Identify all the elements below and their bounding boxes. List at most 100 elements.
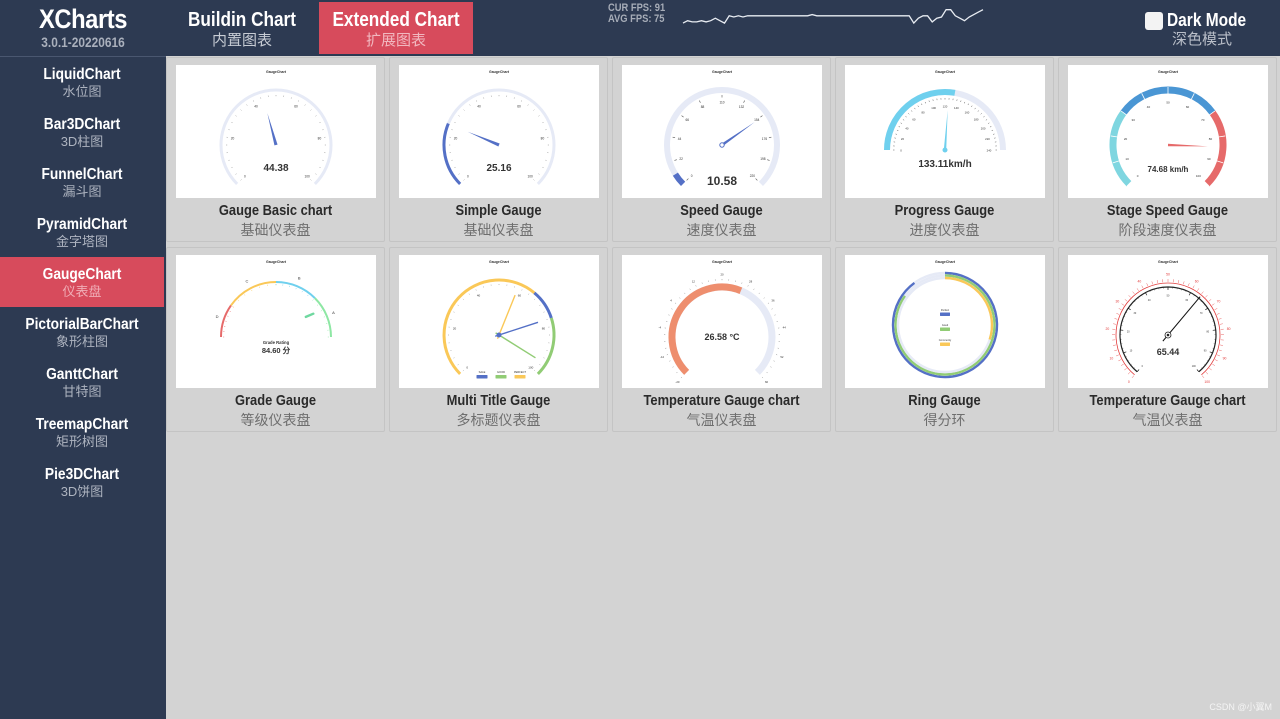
gauge-axis-label: 10 [1125,157,1129,161]
gauge-tick [462,370,464,372]
chart-card-thermo[interactable]: GaugeChart 0 10 20 30 40 50 60 70 80 90 100 0 10 20 30 4… [1058,247,1277,432]
chart-thumbnail[interactable]: GaugeChart 0 20 40 60 80 100 25.16 [399,65,599,198]
gauge-tick [1183,281,1185,285]
gauge-axis-label: 40 [477,104,481,108]
gauge-axis-label: 10 [1110,356,1114,360]
gauge-axis-label: 90 [1207,157,1211,161]
gauge-tick [679,297,681,299]
chart-thumbnail[interactable]: GaugeChart 0 10 20 30 40 50 60 70 80 90 100 0 10 20 30 4… [1068,255,1268,388]
grade-label: A [332,310,335,315]
gauge-axis-label: 10 [1130,349,1133,352]
gauge-tick [676,372,678,374]
gauge-chart: GaugeChart 0 10 20 30 40 50 60 70 80 90 100 0 10 20 30 4… [1105,260,1231,384]
gauge-axis-label: 0 [244,175,246,179]
gauge-axis-label: 60 [517,104,521,108]
avg-fps: AVG FPS: 75 [608,13,665,25]
gauge-tick [684,292,686,294]
chart-thumbnail[interactable]: GaugeChart 0 20 40 60 80 100 SALE GOOD PERFECT [399,255,599,388]
gauge-tick [695,285,697,287]
tab-extended-chart[interactable]: Extended Chart 扩展图表 [319,2,473,54]
chart-card-progress[interactable]: GaugeChart 0 20 40 60 80 100 120 140 160 180 200 220… [835,57,1054,242]
sidebar-item-ganttchart[interactable]: GanttChart 甘特图 [0,357,164,407]
chart-thumbnail[interactable]: GaugeChart Perfect Good Commonly [845,255,1045,388]
chart-card-speed[interactable]: GaugeChart 0 22 44 66 88 110 132 154 176 198 220 10.… [612,57,831,242]
gauge-axis-label: 80 [318,137,322,141]
chart-card-ring[interactable]: GaugeChart Perfect Good Commonly Ring Gauge… [835,247,1054,432]
pointer-value-badge [476,375,488,379]
gauge-axis-label: 80 [542,326,546,330]
gauge-axis-label: 40 [1148,299,1151,302]
gauge-band-green [536,317,556,375]
gauge-axis-label: 80 [921,110,925,114]
gauge-tick [743,100,745,103]
chart-card-basic[interactable]: GaugeChart 0 20 40 60 80 100 44.38 Gauge Basic … [166,57,385,242]
gauge-stage-high [1204,110,1227,187]
gauge-tick [468,293,470,295]
chart-thumbnail[interactable]: GaugeChart 0 20 40 60 80 100 44.38 [176,65,376,198]
gauge-value: 65.44 [1157,347,1180,357]
sidebar-item-pie3dchart[interactable]: Pie3DChart 3D饼图 [0,457,164,507]
ring-title: Good [942,323,949,327]
gauge-tick [1205,371,1209,375]
gauge-axis-label: 20 [1127,330,1130,333]
chart-thumbnail[interactable]: GaugeChart -20 -12 -4 4 12 20 28 36 44 52 60 26.58 °… [622,255,822,388]
gauge-axis-label: 80 [1209,137,1213,141]
gauge-axis-label: 66 [685,118,689,122]
gauge-tick [902,119,905,121]
gauge-axis-label: 80 [1227,327,1231,331]
gauge-tick [1124,299,1128,302]
gauge-axis-label: 40 [477,293,481,297]
chart-thumbnail[interactable]: GaugeChart 0 22 44 66 88 110 132 154 176 198 220 10.… [622,65,822,198]
sidebar-item-pictorialbarchart[interactable]: PictorialBarChart 象形柱图 [0,307,164,357]
chart-card-simple[interactable]: GaugeChart 0 20 40 60 80 100 25.16 Simple Gauge… [389,57,608,242]
gauge-pointer-hub [1166,333,1170,337]
chart-card-temperature[interactable]: GaugeChart -20 -12 -4 4 12 20 28 36 44 52 60 26.58 °… [612,247,831,432]
gauge-tick [755,178,758,181]
gauge-axis-label: 60 [1185,299,1188,302]
sidebar-item-gaugechart[interactable]: GaugeChart 仪表盘 [0,257,164,307]
sidebar-item-liquidchart[interactable]: LiquidChart 水位图 [0,57,164,107]
chart-card-stage[interactable]: GaugeChart 0 10 20 30 40 50 60 70 80 90 100 74.68 km… [1058,57,1277,242]
gauge-axis-label: 120 [943,105,948,109]
sidebar-item-treemapchart[interactable]: TreemapChart 矩形树图 [0,407,164,457]
gauge-axis-label: 180 [974,117,979,121]
gauge-tick [1211,303,1215,306]
gauge-tick [674,159,677,161]
sidebar-item-pyramidchart[interactable]: PyramidChart 金字塔图 [0,207,164,257]
gauge-tick [680,377,682,379]
chart-card-multi[interactable]: GaugeChart 0 20 40 60 80 100 SALE GOOD PERFECT Mu… [389,247,608,432]
card-subtitle: 得分环 [923,412,966,428]
sidebar-item-label: GanttChart [46,366,118,383]
gauge-axis-label: 52 [780,355,784,359]
chart-thumbnail[interactable]: GaugeChart 0 20 40 60 80 100 120 140 160 180 200 220… [845,65,1045,198]
pointer-title: GOOD [497,370,505,374]
gauge-tick [896,129,899,131]
chart-thumbnail[interactable]: GaugeChart 0 10 20 30 40 50 60 70 80 90 100 74.68 km… [1068,65,1268,198]
gauge-chart: GaugeChart -20 -12 -4 4 12 20 28 36 44 52 60 26.58 °… [659,260,787,384]
gauge-tick [538,173,540,175]
gauge-axis-label: 100 [527,175,533,179]
gauge-tick [1128,295,1131,298]
gauge-axis-label: 100 [1204,380,1210,384]
gauge-progress [668,283,743,375]
sidebar-item-bar3dchart[interactable]: Bar3DChart 3D柱图 [0,107,164,157]
sidebar-item-funnelchart[interactable]: FunnelChart 漏斗图 [0,157,164,207]
chart-card-grade[interactable]: GaugeChart D C B A Grade Rating 84.60 分 Grade … [166,247,385,432]
gauge-value: 25.16 [486,163,511,174]
gauge-pointer [267,113,278,146]
gauge-tick [767,302,770,304]
gauge-tick [753,288,755,290]
dark-mode-toggle[interactable]: Dark Mode 深色模式 [1145,9,1255,51]
gauge-tick [971,105,973,108]
gauge-axis-label: 4 [670,298,672,302]
gauge-axis-label: 100 [1192,365,1197,368]
gauge-pointer-anchor [719,142,725,148]
gauge-tick [671,308,673,310]
tab-buildin-chart[interactable]: Buildin Chart 内置图表 [172,2,312,54]
gauge-tick [980,113,982,115]
gauge-tick [964,101,966,104]
chart-thumbnail[interactable]: GaugeChart D C B A Grade Rating 84.60 分 [176,255,376,388]
gauge-axis-label: 160 [965,110,970,114]
gauge-chart: GaugeChart Perfect Good Commonly [891,260,999,379]
dark-mode-checkbox[interactable] [1145,12,1163,30]
